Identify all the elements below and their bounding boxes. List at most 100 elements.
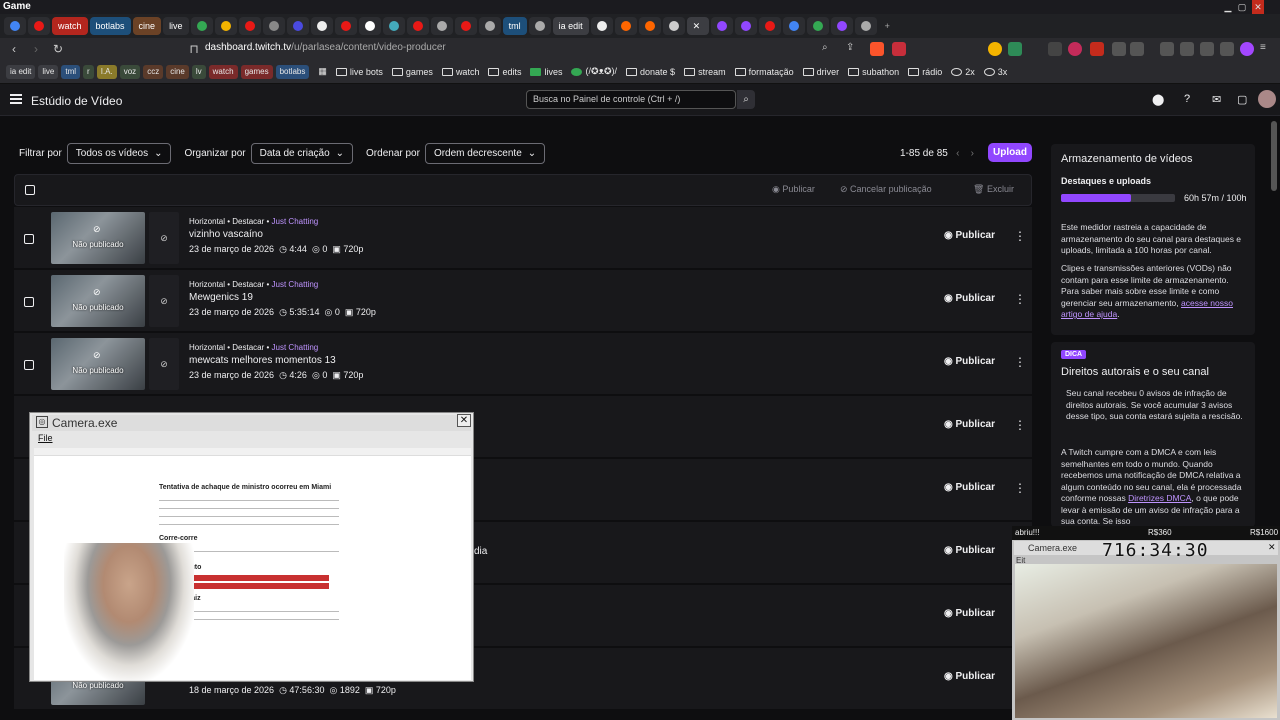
filter-select[interactable]: Todos os vídeos ⌄ [66,143,172,164]
tab-favicon[interactable] [854,17,877,35]
search-icon[interactable]: ⌕ [737,90,755,109]
search-input[interactable]: Busca no Painel de controle (Ctrl + /) [526,90,736,109]
tab-favicon[interactable] [830,17,853,35]
tab-cine[interactable]: cine [132,17,162,35]
tab-botlabs[interactable]: botlabs [89,17,131,35]
tab-favicon[interactable] [310,17,333,35]
video-thumbnail[interactable]: ⊘ Não publicado [51,275,145,327]
tab-ia-edit[interactable]: ia edit [552,17,589,35]
notifications-icon[interactable]: ⬤ [1152,93,1164,106]
publish-button[interactable]: ◉ Publicar [944,356,995,367]
hamburger-menu-icon[interactable] [10,94,22,104]
video-title[interactable]: vizinho vascaíno [189,229,263,240]
publish-button[interactable]: ◉ Publicar [944,671,995,682]
bookmark-driver[interactable]: driver [802,67,839,77]
bookmark-chip[interactable]: ccz [143,64,164,79]
next-page-icon[interactable]: › [971,148,974,159]
extension-icon[interactable] [1090,42,1104,56]
extension-icon[interactable] [1112,42,1126,56]
bulk-publish-button[interactable]: ◉ Publicar [772,184,815,195]
tab-live[interactable]: live [163,17,189,35]
video-title[interactable]: mewcats melhores momentos 13 [189,355,336,366]
video-title-fragment[interactable]: dia [474,546,487,557]
publish-button[interactable]: ◉ Publicar [944,482,995,493]
tab-current[interactable]: ✕ [686,17,709,35]
publish-button[interactable]: ◉ Publicar [944,230,995,241]
bookmark-3x[interactable]: 3x [983,67,1007,77]
bookmark-chip[interactable]: watch [208,64,238,79]
new-tab-button[interactable]: + [879,17,901,35]
bookmark-chip[interactable]: tml [61,64,81,79]
tab-favicon[interactable] [806,17,829,35]
bookmark-chip[interactable]: ia edit [6,64,36,79]
extension-icon[interactable] [1068,42,1082,56]
select-all-checkbox[interactable] [25,185,35,195]
video-category[interactable]: Just Chatting [272,280,319,289]
camera-window[interactable]: Camera.exe ◎ ✕ File Tentativa de achaque… [29,412,474,682]
extension-icon[interactable] [1220,42,1234,56]
brave-rewards-icon[interactable] [892,42,906,56]
share-icon[interactable]: ⇪ [846,42,860,56]
extension-icon[interactable] [1048,42,1062,56]
publish-button[interactable]: ◉ Publicar [944,419,995,430]
tab-favicon[interactable] [406,17,429,35]
publish-button[interactable]: ◉ Publicar [944,608,995,619]
tab-favicon[interactable] [782,17,805,35]
bookmark-chip[interactable]: r [83,64,94,79]
tab-favicon[interactable] [214,17,237,35]
tab-1[interactable] [4,17,26,35]
order-select[interactable]: Ordem decrescente ⌄ [424,143,546,164]
profile-icon[interactable] [1240,42,1254,56]
more-options-icon[interactable]: ⋮ [1014,355,1026,369]
camera-file-menu[interactable]: File [38,433,53,443]
brave-shield-icon[interactable] [870,42,884,56]
video-thumbnail[interactable]: ⊘ Não publicado [51,212,145,264]
bookmark-2x[interactable]: 2x [951,67,975,77]
more-options-icon[interactable]: ⋮ [1014,418,1026,432]
tab-favicon[interactable] [662,17,685,35]
wallet-icon[interactable] [1180,42,1194,56]
publish-button[interactable]: ◉ Publicar [944,545,995,556]
tab-tml[interactable]: tml [502,17,527,35]
more-options-icon[interactable]: ⋮ [1014,229,1026,243]
upload-button[interactable]: Upload [988,143,1032,162]
camera-close-button[interactable]: ✕ [457,414,471,427]
help-icon[interactable]: ? [1184,93,1190,105]
apps-grid-icon[interactable]: ▦ [318,66,327,77]
extension-icon[interactable] [1008,42,1022,56]
organize-select[interactable]: Data de criação ⌄ [250,143,354,164]
bookmark-radio[interactable]: rádio [908,67,942,77]
back-icon[interactable]: ‹ [6,41,22,57]
video-thumbnail[interactable]: ⊘ Não publicado [51,338,145,390]
forward-icon[interactable]: › [28,41,44,57]
menu-icon[interactable]: ≡ [1260,42,1274,56]
tab-favicon[interactable] [334,17,357,35]
bulk-delete-button[interactable]: 🗑 Excluir [973,184,1014,195]
video-title[interactable]: Mewgenics 19 [189,292,253,303]
bookmark-chip[interactable]: voz [119,64,141,79]
bookmark-watch[interactable]: watch [441,67,479,77]
video-category[interactable]: Just Chatting [272,217,319,226]
tab-favicon[interactable] [758,17,781,35]
tab-favicon[interactable] [262,17,285,35]
bookmark-donate[interactable]: donate $ [626,67,675,77]
bookmark-chip[interactable]: botlabs [275,64,310,79]
scrollbar-thumb[interactable] [1271,121,1277,191]
bookmark-icon[interactable]: ⊓ [186,41,202,57]
tab-favicon[interactable] [614,17,637,35]
bookmark-games[interactable]: games [391,67,433,77]
tab-2[interactable] [28,17,50,35]
tab-favicon[interactable] [454,17,477,35]
zoom-icon[interactable]: ⌕ [822,42,836,56]
tab-favicon[interactable] [190,17,213,35]
row-checkbox[interactable] [24,297,34,307]
camera-window-2[interactable]: abriu!!! R$360 R$1600 Camera.exe Eit ✕ 7… [1012,526,1280,720]
video-category[interactable]: Just Chatting [272,343,319,352]
tab-favicon[interactable] [638,17,661,35]
tab-favicon[interactable] [382,17,405,35]
tab-watch[interactable]: watch [52,17,88,35]
bookmark-chip[interactable]: lv [191,64,206,79]
bookmark-edits[interactable]: edits [488,67,521,77]
sidebar-icon[interactable] [1160,42,1174,56]
tab-favicon[interactable] [478,17,501,35]
